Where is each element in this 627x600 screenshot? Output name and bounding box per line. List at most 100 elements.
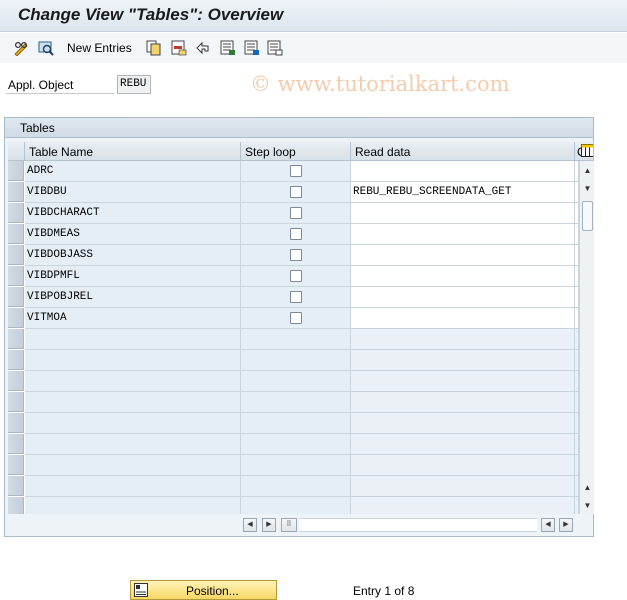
read-data-cell[interactable] xyxy=(351,371,575,392)
row-selector[interactable] xyxy=(8,434,24,454)
step-loop-cell xyxy=(241,476,351,497)
read-data-cell[interactable] xyxy=(351,245,575,266)
new-entries-button[interactable]: New Entries xyxy=(67,41,132,55)
row-selector[interactable] xyxy=(8,455,24,475)
select-block-icon[interactable] xyxy=(243,39,261,57)
select-all-icon[interactable] xyxy=(219,39,237,57)
scroll-left-end-icon[interactable]: ◀ xyxy=(541,518,555,532)
horizontal-scrollbar[interactable]: ◀ ▶ ⠿ ◀ ▶ xyxy=(243,518,593,532)
step-loop-cell xyxy=(241,308,351,329)
row-selector[interactable] xyxy=(8,266,24,286)
read-data-cell[interactable] xyxy=(351,329,575,350)
row-selector[interactable] xyxy=(8,413,24,433)
column-header-read-data[interactable]: Read data xyxy=(351,142,575,161)
step-loop-checkbox[interactable] xyxy=(290,207,302,219)
column-header-c[interactable]: C xyxy=(575,142,594,161)
step-loop-checkbox[interactable] xyxy=(290,228,302,240)
step-loop-cell xyxy=(241,287,351,308)
scroll-page-up-icon[interactable]: ▲ xyxy=(581,481,594,495)
tables-panel-header: Tables xyxy=(5,118,593,138)
table-name-cell[interactable] xyxy=(25,476,241,497)
watermark-text: © www.tutorialkart.com xyxy=(250,72,510,96)
table-name-cell[interactable] xyxy=(25,434,241,455)
read-data-cell[interactable] xyxy=(351,161,575,182)
horizontal-scroll-track[interactable] xyxy=(299,518,537,532)
tables-panel: Tables Table Name Step loop Read data C … xyxy=(4,117,594,537)
deselect-all-icon[interactable] xyxy=(266,39,284,57)
column-header-table-name[interactable]: Table Name xyxy=(25,142,241,161)
row-selector[interactable] xyxy=(8,392,24,412)
step-loop-checkbox[interactable] xyxy=(290,312,302,324)
scroll-left-icon[interactable]: ◀ xyxy=(243,518,257,532)
row-selector[interactable] xyxy=(8,329,24,349)
row-selector[interactable] xyxy=(8,350,24,370)
tables-grid: Table Name Step loop Read data C ADRCVIB… xyxy=(8,142,594,514)
read-data-cell[interactable] xyxy=(351,413,575,434)
scroll-right-icon[interactable]: ▶ xyxy=(262,518,276,532)
step-loop-cell xyxy=(241,224,351,245)
appl-object-value[interactable]: REBU xyxy=(117,75,151,94)
row-selector[interactable] xyxy=(8,497,24,514)
table-name-cell: VIBDOBJASS xyxy=(25,245,241,266)
table-name-cell: VIBDMEAS xyxy=(25,224,241,245)
table-name-cell[interactable] xyxy=(25,350,241,371)
step-loop-checkbox[interactable] xyxy=(290,186,302,198)
read-data-cell[interactable] xyxy=(351,350,575,371)
read-data-cell[interactable] xyxy=(351,455,575,476)
scroll-right-end-icon[interactable]: ▶ xyxy=(559,518,573,532)
read-data-cell[interactable] xyxy=(351,392,575,413)
vertical-scrollbar[interactable]: ▲ ▼ ▲ ▼ xyxy=(579,161,594,514)
table-name-cell[interactable] xyxy=(25,497,241,514)
step-loop-cell xyxy=(241,497,351,514)
copy-icon[interactable] xyxy=(145,39,163,57)
read-data-cell[interactable] xyxy=(351,266,575,287)
position-button[interactable]: Position... xyxy=(130,580,277,600)
read-data-cell[interactable]: REBU_REBU_SCREENDATA_GET xyxy=(351,182,575,203)
row-selector[interactable] xyxy=(8,224,24,244)
row-selector[interactable] xyxy=(8,476,24,496)
scroll-page-down-icon[interactable]: ▼ xyxy=(581,499,594,513)
step-loop-cell xyxy=(241,182,351,203)
read-data-cell[interactable] xyxy=(351,203,575,224)
read-data-cell[interactable] xyxy=(351,476,575,497)
read-data-cell[interactable] xyxy=(351,308,575,329)
read-data-cell[interactable] xyxy=(351,287,575,308)
column-settings-icon[interactable] xyxy=(581,144,594,157)
row-selector[interactable] xyxy=(8,287,24,307)
row-selector[interactable] xyxy=(8,245,24,265)
scroll-grip-icon[interactable]: ⠿ xyxy=(281,518,297,532)
step-loop-checkbox[interactable] xyxy=(290,270,302,282)
undo-icon[interactable] xyxy=(194,39,212,57)
row-selector[interactable] xyxy=(8,371,24,391)
step-loop-checkbox[interactable] xyxy=(290,165,302,177)
read-data-cell[interactable] xyxy=(351,224,575,245)
appl-object-label-underline xyxy=(6,93,114,94)
row-selector[interactable] xyxy=(8,308,24,328)
select-all-rows-corner[interactable] xyxy=(8,142,25,161)
delete-icon[interactable] xyxy=(170,39,188,57)
scroll-down-icon[interactable]: ▼ xyxy=(581,182,594,196)
step-loop-checkbox[interactable] xyxy=(290,249,302,261)
row-selector[interactable] xyxy=(8,203,24,223)
scroll-up-icon[interactable]: ▲ xyxy=(581,164,594,178)
step-loop-cell xyxy=(241,434,351,455)
row-selector[interactable] xyxy=(8,161,24,181)
table-name-cell[interactable] xyxy=(25,455,241,476)
table-name-cell: VIBDCHARACT xyxy=(25,203,241,224)
table-name-cell: VIBPOBJREL xyxy=(25,287,241,308)
step-loop-cell xyxy=(241,203,351,224)
read-data-cell[interactable] xyxy=(351,497,575,514)
scroll-thumb[interactable] xyxy=(582,201,593,231)
column-header-step-loop[interactable]: Step loop xyxy=(241,142,351,161)
read-data-cell[interactable] xyxy=(351,434,575,455)
table-name-cell[interactable] xyxy=(25,392,241,413)
table-name-cell[interactable] xyxy=(25,371,241,392)
display-change-icon[interactable] xyxy=(37,39,55,57)
position-icon xyxy=(134,583,148,600)
edit-glasses-icon[interactable] xyxy=(12,39,30,57)
row-selector[interactable] xyxy=(8,182,24,202)
step-loop-cell xyxy=(241,161,351,182)
table-name-cell[interactable] xyxy=(25,329,241,350)
step-loop-checkbox[interactable] xyxy=(290,291,302,303)
table-name-cell[interactable] xyxy=(25,413,241,434)
